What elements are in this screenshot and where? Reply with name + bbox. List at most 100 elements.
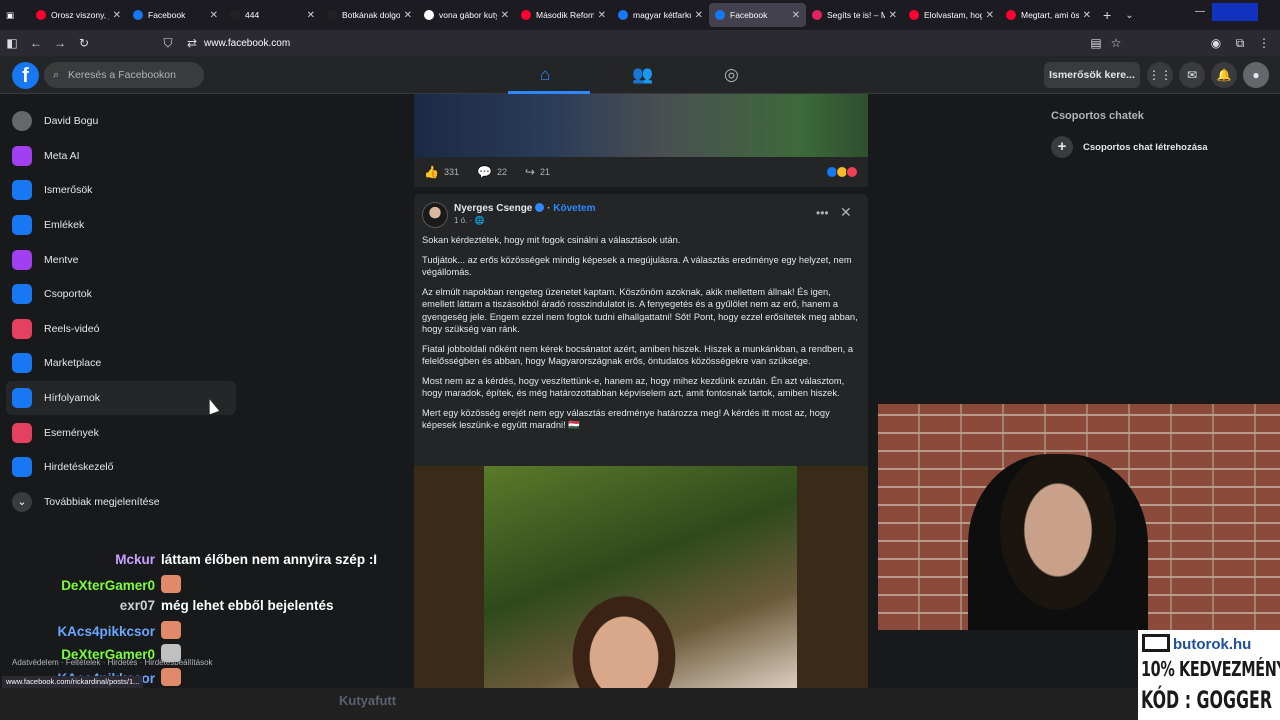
post-paragraph: Most nem az a kérdés, hogy veszítettünk-…: [422, 375, 845, 399]
profile-nav-icon[interactable]: ◎: [724, 65, 739, 85]
sidebar-item[interactable]: Események: [6, 415, 236, 450]
sidebar-item[interactable]: Ismerősök: [6, 173, 236, 208]
friends-nav-icon[interactable]: 👥: [632, 65, 653, 85]
sidebar-item[interactable]: Hirdetéskezelő: [6, 450, 236, 485]
minimize-icon[interactable]: —: [1195, 6, 1205, 17]
like-count: 331: [443, 167, 459, 177]
tab-close-icon[interactable]: ✕: [1083, 10, 1091, 21]
sidebar-item[interactable]: Reels-videó: [6, 312, 236, 347]
menu-icon[interactable]: ⋮: [1252, 36, 1276, 50]
back-icon[interactable]: ←: [24, 36, 48, 50]
url-field[interactable]: www.facebook.com: [204, 38, 290, 49]
more-options-icon[interactable]: •••: [816, 206, 829, 220]
forward-icon[interactable]: →: [48, 36, 72, 50]
ad-offer: 10% KEDVEZMÉNY: [1141, 657, 1280, 681]
author-avatar[interactable]: [422, 202, 448, 228]
tab-favicon-icon: [327, 10, 337, 20]
post-text: Sokan kérdeztétek, hogy mit fogok csinál…: [422, 234, 862, 439]
tab-close-icon[interactable]: ✕: [404, 10, 412, 21]
browser-tab[interactable]: Megtart, ami ösz ✕: [1000, 0, 1097, 30]
browser-tab[interactable]: Facebook ✕: [127, 0, 224, 30]
sidebar-item[interactable]: ⌄ Továbbiak megjelenítése: [6, 485, 236, 520]
permissions-icon[interactable]: ⇄: [180, 36, 204, 50]
create-group-chat-button[interactable]: + Csoportos chat létrehozása: [1051, 136, 1208, 158]
tab-close-icon[interactable]: ✕: [986, 10, 994, 21]
browser-tab[interactable]: Második Reform ✕: [515, 0, 612, 30]
emote-icon: [161, 621, 181, 639]
reload-icon[interactable]: ↻: [72, 36, 96, 50]
sidebar-item[interactable]: Hírfolyamok: [6, 380, 236, 416]
sidebar-item-label: Emlékek: [44, 219, 85, 232]
sidebar-item[interactable]: Mentve: [6, 242, 236, 277]
groups-icon: [12, 284, 32, 305]
messenger-icon[interactable]: ✉: [1179, 62, 1205, 88]
account-icon[interactable]: ◉: [1204, 36, 1228, 50]
extensions-icon[interactable]: ⧉: [1228, 36, 1252, 51]
reaction-summary[interactable]: [826, 166, 858, 178]
window-thumbnail: [1212, 3, 1258, 21]
browser-tab[interactable]: Segíts te is! – Mi ✕: [806, 0, 903, 30]
plus-icon: +: [1051, 136, 1073, 158]
chat-username: Mckur: [115, 552, 155, 567]
sidebar-item-label: Ismerősök: [44, 184, 93, 197]
new-tab-icon[interactable]: +: [1103, 7, 1111, 23]
ads-manager-icon: [12, 457, 32, 478]
footer-links[interactable]: Adatvédelem · Feltételek · Hirdetés · Hi…: [12, 658, 213, 667]
post-image[interactable]: [414, 466, 868, 720]
tab-close-icon[interactable]: ✕: [695, 10, 703, 21]
facebook-logo-icon[interactable]: f: [12, 62, 39, 89]
sidebar-toggle-icon[interactable]: ◧: [0, 36, 24, 50]
tab-favicon-icon: [521, 10, 531, 20]
account-avatar[interactable]: ●: [1243, 62, 1269, 88]
tab-list-icon[interactable]: ▣: [0, 0, 30, 30]
tab-title: Facebook: [730, 10, 768, 20]
tab-close-icon[interactable]: ✕: [889, 10, 897, 21]
browser-tab[interactable]: Orosz viszony, ja ✕: [30, 0, 127, 30]
tab-close-icon[interactable]: ✕: [501, 10, 509, 21]
notifications-icon[interactable]: 🔔: [1211, 62, 1237, 88]
sidebar-item[interactable]: Meta AI: [6, 139, 236, 174]
browser-tab[interactable]: vona gábor kutya ✕: [418, 0, 515, 30]
tab-close-icon[interactable]: ✕: [598, 10, 606, 21]
menu-grid-icon[interactable]: ⋮⋮: [1147, 62, 1173, 88]
sidebar-item[interactable]: Marketplace: [6, 346, 236, 381]
reels-icon: [12, 318, 32, 339]
browser-urlbar: ◧ ← → ↻ ⛉ ⇄ www.facebook.com ▤ ☆ ◉ ⧉ ⋮: [0, 30, 1280, 56]
browser-tab[interactable]: Facebook ✕: [709, 3, 806, 27]
tab-close-icon[interactable]: ✕: [792, 10, 800, 21]
author-name[interactable]: Nyerges Csenge: [454, 203, 532, 214]
post-paragraph: Az elmúlt napokban rengeteg üzenetet kap…: [422, 286, 858, 335]
search-input[interactable]: ⌕ Keresés a Facebookon: [44, 62, 204, 88]
shield-icon[interactable]: ⛉: [156, 36, 180, 51]
browser-tab[interactable]: magyar kétfarkú ✕: [612, 0, 709, 30]
browser-tab[interactable]: 444 ✕: [224, 0, 321, 30]
browser-tab[interactable]: Elolvastam, hogy ✕: [903, 0, 1000, 30]
globe-icon: 🌐: [474, 216, 485, 225]
memories-icon: [12, 215, 32, 236]
close-icon[interactable]: ✕: [840, 204, 852, 221]
search-icon: ⌕: [53, 69, 60, 81]
tab-close-icon[interactable]: ✕: [113, 10, 121, 21]
share-button[interactable]: ↪ 21: [525, 165, 550, 179]
chat-message: exr07 még lehet ebből bejelentés: [0, 598, 334, 613]
left-sidebar: David Bogu Meta AI Ismerősök Emlékek Mentve C…: [6, 104, 236, 519]
sidebar-item-label: David Bogu: [44, 115, 99, 128]
bookmark-icon: [12, 249, 32, 270]
friend-requests-button[interactable]: Ismerősök kere...: [1044, 62, 1140, 88]
like-button[interactable]: 👍 331: [424, 165, 459, 179]
post-time[interactable]: 1 ó. ·: [454, 216, 474, 225]
browser-tab[interactable]: Botkának dolgoz ✕: [321, 0, 418, 30]
bookmark-star-icon[interactable]: ☆: [1104, 36, 1128, 50]
comment-button[interactable]: 💬 22: [477, 165, 507, 179]
tab-close-icon[interactable]: ✕: [307, 10, 315, 21]
follow-button[interactable]: Követem: [553, 203, 595, 214]
sidebar-item[interactable]: Emlékek: [6, 208, 236, 243]
sidebar-item-label: Események: [44, 426, 99, 439]
chat-username: exr07: [119, 598, 155, 613]
tab-close-icon[interactable]: ✕: [210, 10, 218, 21]
sidebar-item[interactable]: David Bogu: [6, 104, 236, 139]
tab-overflow-icon[interactable]: ⌄: [1125, 10, 1133, 21]
home-icon[interactable]: ⌂: [540, 65, 550, 85]
sidebar-item[interactable]: Csoportok: [6, 277, 236, 312]
brand-logo-icon: [1142, 634, 1170, 652]
